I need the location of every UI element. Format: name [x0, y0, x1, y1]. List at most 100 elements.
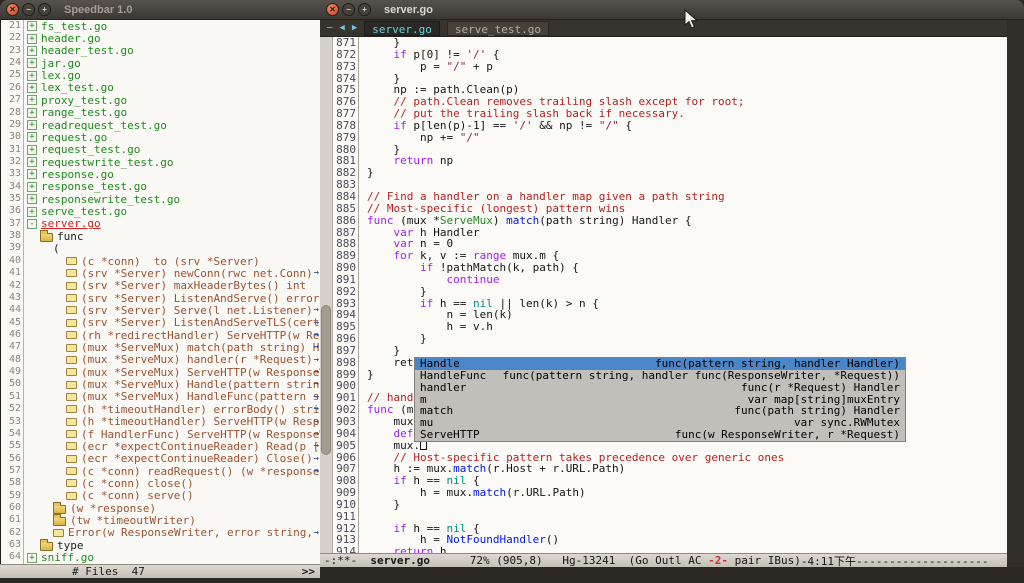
tab-serve_test.go[interactable]: serve_test.go — [447, 21, 549, 36]
expander-plus-icon[interactable]: + — [27, 95, 37, 105]
completion-item[interactable]: ServeHTTPfunc(w ResponseWriter, r *Reque… — [415, 429, 905, 441]
speedbar-item-label[interactable]: header.go — [41, 32, 101, 45]
expander-plus-icon[interactable]: + — [27, 182, 37, 192]
speedbar-item-label[interactable]: Error(w ResponseWriter, error string, c — [68, 526, 320, 539]
tag-icon[interactable] — [66, 418, 77, 426]
speedbar-item-label[interactable]: proxy_test.go — [41, 94, 127, 107]
speedbar-item-label[interactable]: response.go — [41, 168, 114, 181]
vertical-scrollbar[interactable] — [320, 37, 333, 553]
speedbar-item-label[interactable]: (tw *timeoutWriter) — [70, 514, 196, 527]
tab-server.go[interactable]: server.go — [364, 21, 440, 36]
speedbar-item-label[interactable]: (mux *ServeMux) match(path string) Ha — [81, 341, 320, 354]
tag-icon[interactable] — [66, 356, 77, 364]
maximize-icon[interactable]: + — [38, 3, 51, 16]
minimize-icon[interactable]: − — [22, 3, 35, 16]
tabbar-dash-icon[interactable]: — — [327, 23, 332, 33]
tag-icon[interactable] — [66, 381, 77, 389]
speedbar-item-label[interactable]: (c *conn) to (srv *Server) — [81, 255, 260, 268]
folder-icon[interactable] — [40, 542, 53, 551]
expander-plus-icon[interactable]: + — [27, 34, 37, 44]
speedbar-item-label[interactable]: (h *timeoutHandler) errorBody() strin — [81, 403, 320, 416]
speedbar-item-label[interactable]: (mux *ServeMux) ServeHTTP(w ResponseW — [81, 366, 320, 379]
speedbar-item-label[interactable]: (ecr *expectContinueReader) Close() e — [81, 452, 320, 465]
speedbar-item-label[interactable]: (srv *Server) ListenAndServeTLS(certF — [81, 316, 320, 329]
speedbar-item-label[interactable]: ( — [53, 242, 60, 255]
speedbar-item-label[interactable]: (ecr *expectContinueReader) Read(p [] — [81, 440, 320, 453]
speedbar-item-label[interactable]: jar.go — [41, 57, 81, 70]
tag-icon[interactable] — [66, 492, 77, 500]
folder-icon[interactable] — [40, 233, 53, 242]
code-editor[interactable]: 871 }872 if p[0] != '/' {873 p = "/" + p… — [333, 37, 1007, 553]
expander-plus-icon[interactable]: + — [27, 132, 37, 142]
speedbar-item-label[interactable]: lex.go — [41, 69, 81, 82]
speedbar-item-label[interactable]: (srv *Server) maxHeaderBytes() int — [81, 279, 306, 292]
speedbar-item-label[interactable]: serve_test.go — [41, 205, 127, 218]
speedbar-item-label[interactable]: (rh *redirectHandler) ServeHTTP(w Res — [81, 329, 320, 342]
speedbar-item-label[interactable]: (c *conn) serve() — [81, 489, 194, 502]
minimize-icon[interactable]: − — [342, 3, 355, 16]
speedbar-item-label[interactable]: readrequest_test.go — [41, 119, 167, 132]
speedbar-item-label[interactable]: (c *conn) readRequest() (w *response, e — [81, 465, 320, 478]
speedbar-item-label[interactable]: (srv *Server) ListenAndServe() error — [81, 292, 319, 305]
speedbar-item-label[interactable]: range_test.go — [41, 106, 127, 119]
speedbar-item-label[interactable]: (f HandlerFunc) ServeHTTP(w ResponseW — [81, 428, 320, 441]
expander-plus-icon[interactable]: + — [27, 145, 37, 155]
expander-plus-icon[interactable]: + — [27, 46, 37, 56]
tag-icon[interactable] — [66, 319, 77, 327]
speedbar-item-label[interactable]: fs_test.go — [41, 20, 107, 33]
speedbar-item-label[interactable]: func — [57, 230, 84, 243]
tag-icon[interactable] — [66, 393, 77, 401]
expander-plus-icon[interactable]: + — [27, 207, 37, 217]
tag-icon[interactable] — [66, 331, 77, 339]
expander-plus-icon[interactable]: + — [27, 71, 37, 81]
speedbar-item-label[interactable]: (mux *ServeMux) Handle(pattern string — [81, 378, 320, 391]
minibuffer[interactable]: ,'': 'tab' 'off' — [320, 567, 1024, 583]
speedbar-item-label[interactable]: requestwrite_test.go — [41, 156, 173, 169]
tag-icon[interactable] — [66, 467, 77, 475]
speedbar-item-label[interactable]: (h *timeoutHandler) ServeHTTP(w Respo — [81, 415, 320, 428]
expander-plus-icon[interactable]: + — [27, 58, 37, 68]
speedbar-item-label[interactable]: sniff.go — [41, 551, 94, 564]
maximize-icon[interactable]: + — [358, 3, 371, 16]
speedbar-item-label[interactable]: header_test.go — [41, 44, 134, 57]
tag-icon[interactable] — [66, 455, 77, 463]
tag-icon[interactable] — [66, 368, 77, 376]
completion-item[interactable]: handlerfunc(r *Request) Handler — [415, 382, 905, 394]
expander-plus-icon[interactable]: + — [27, 83, 37, 93]
expander-plus-icon[interactable]: + — [27, 120, 37, 130]
expander-plus-icon[interactable]: + — [27, 21, 37, 31]
speedbar-item-label[interactable]: (w *response) — [70, 502, 156, 515]
speedbar-nav-forward[interactable]: >> — [302, 565, 315, 578]
speedbar-file-tree[interactable]: 21+fs_test.go22+header.go23+header_test.… — [0, 20, 320, 564]
speedbar-item-label[interactable]: (c *conn) close() — [81, 477, 194, 490]
speedbar-item-label[interactable]: (mux *ServeMux) handler(r *Request) H — [81, 353, 320, 366]
expander-plus-icon[interactable]: + — [27, 194, 37, 204]
tag-icon[interactable] — [66, 442, 77, 450]
tag-icon[interactable] — [66, 282, 77, 290]
tag-icon[interactable] — [66, 405, 77, 413]
completion-item[interactable]: HandleFuncfunc(pattern string, handler f… — [415, 370, 905, 382]
tag-icon[interactable] — [66, 479, 77, 487]
speedbar-item-label[interactable]: responsewrite_test.go — [41, 193, 180, 206]
speedbar-item-label[interactable]: lex_test.go — [41, 81, 114, 94]
close-icon[interactable]: ✕ — [326, 3, 339, 16]
scrollbar-thumb[interactable] — [321, 305, 331, 455]
speedbar-item-label[interactable]: request.go — [41, 131, 107, 144]
tab-back-icon[interactable]: ◀ — [339, 23, 344, 33]
speedbar-item-label[interactable]: request_test.go — [41, 143, 140, 156]
speedbar-item-label[interactable]: (srv *Server) newConn(rwc net.Conn) (c — [81, 267, 320, 280]
speedbar-item-label[interactable]: (srv *Server) Serve(l net.Listener) e — [81, 304, 320, 317]
tag-icon[interactable] — [66, 344, 77, 352]
tag-icon[interactable] — [66, 306, 77, 314]
tag-icon[interactable] — [66, 257, 77, 265]
expander-minus-icon[interactable]: - — [27, 219, 37, 229]
speedbar-item-label[interactable]: (mux *ServeMux) HandleFunc(pattern st — [81, 390, 320, 403]
expander-plus-icon[interactable]: + — [27, 169, 37, 179]
tag-icon[interactable] — [66, 430, 77, 438]
tag-icon[interactable] — [66, 269, 77, 277]
close-icon[interactable]: ✕ — [6, 3, 19, 16]
tag-icon[interactable] — [66, 294, 77, 302]
expander-plus-icon[interactable]: + — [27, 157, 37, 167]
folder-icon[interactable] — [53, 517, 66, 526]
expander-plus-icon[interactable]: + — [27, 553, 37, 563]
